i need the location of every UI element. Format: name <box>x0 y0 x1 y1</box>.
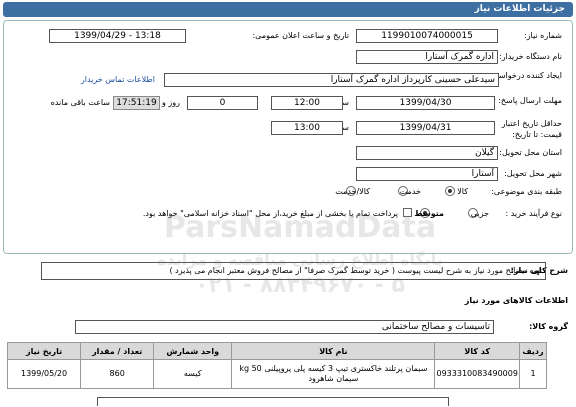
category-radio-goods[interactable] <box>445 186 455 196</box>
category-option-goods: کالا <box>457 187 468 196</box>
next-section-box <box>97 397 449 406</box>
category-option-goods-service: کالا/خدمت <box>335 187 370 196</box>
goods-section-title: اطلاعات کالاهای مورد نیاز <box>464 296 568 305</box>
deadline-time-field: 12:00 <box>271 96 343 110</box>
col-unit: واحد شمارش <box>153 342 233 360</box>
days-field: 0 <box>187 96 258 110</box>
category-label: طبقه بندی موضوعی: <box>491 187 562 196</box>
city-field: آستارا <box>356 167 498 181</box>
remaining-time-field: 17:51:19 <box>113 96 160 110</box>
goods-group-label: گروه کالا: <box>529 322 568 331</box>
row-unit: کیسه <box>153 359 233 389</box>
deadline-date-field: 1399/04/30 <box>356 96 495 110</box>
city-label: شهر محل تحویل: <box>504 169 562 178</box>
buyer-field: اداره گمرک آستارا <box>356 50 498 64</box>
col-index: ردیف <box>518 342 548 360</box>
validity-time-field: 13:00 <box>271 121 343 135</box>
announce-label: تاریخ و ساعت اعلان عمومی: <box>252 31 349 40</box>
row-date: 1399/05/20 <box>6 359 82 389</box>
need-number-field: 1199010074000015 <box>356 29 498 43</box>
page-title: جزئیات اطلاعات نیاز <box>474 4 565 14</box>
goods-group-field: تاسیسات و مصالح ساختمانی <box>75 320 494 334</box>
category-option-service: خدمت <box>399 187 421 196</box>
table-row: 1 0933310083490009 سیمان پرتلند خاکستری … <box>6 359 548 389</box>
payment-note: پرداخت تمام یا بخشی از مبلغ خرید،از محل … <box>142 209 398 218</box>
row-code: 0933310083490009 <box>434 359 520 389</box>
days-label: روز و <box>162 98 180 107</box>
buyer-contact-link[interactable]: اطلاعات تماس خریدار <box>81 75 155 84</box>
col-code: کد کالا <box>434 342 520 360</box>
need-number-label: شماره نیاز: <box>524 31 562 40</box>
process-option-medium: متوسط <box>414 209 444 218</box>
goods-table: ردیف کد کالا نام کالا واحد شمارش تعداد /… <box>6 342 548 389</box>
col-name: نام کالا <box>231 342 436 360</box>
announce-field: 1399/04/29 - 13:18 <box>49 29 186 43</box>
process-label: نوع فرآیند خرید : <box>505 209 562 218</box>
row-index: 1 <box>518 359 548 389</box>
col-date: تاریخ نیاز <box>6 342 82 360</box>
creator-label: ایجاد کننده درخواست: <box>488 71 562 80</box>
goods-table-header: ردیف کد کالا نام کالا واحد شمارش تعداد /… <box>6 342 548 360</box>
creator-field: سیدعلی حسینی کارپرداز اداره گمرک آستارا <box>164 73 499 87</box>
row-name: سیمان پرتلند خاکستری تیپ 3 کیسه پلی پروپ… <box>231 359 436 389</box>
row-qty: 860 <box>80 359 155 389</box>
buyer-label: نام دستگاه خریدار: <box>499 52 562 61</box>
province-label: استان محل تحویل: <box>499 148 562 157</box>
treasury-payment-checkbox[interactable] <box>403 208 412 217</box>
validity-date-field: 1399/04/31 <box>356 121 495 135</box>
col-qty: تعداد / مقدار <box>80 342 155 360</box>
remaining-label: ساعت باقی مانده <box>50 98 110 107</box>
province-field: گیلان <box>356 146 498 160</box>
row-name-line1: سیمان پرتلند خاکستری تیپ 3 کیسه پلی پروپ… <box>239 364 428 373</box>
description-field: تهیه مصالح مورد نیاز به شرح لیست پیوست (… <box>41 262 546 280</box>
header-bar: جزئیات اطلاعات نیاز <box>3 2 573 17</box>
row-name-line2: سیمان شاهرود <box>308 374 359 383</box>
process-option-minor: جزیی <box>470 209 489 218</box>
